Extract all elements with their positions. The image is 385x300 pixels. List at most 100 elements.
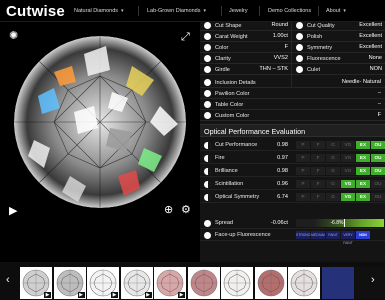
grade-cell: F (311, 180, 325, 188)
grade-cell: F (311, 193, 325, 201)
spec-value: Round (271, 22, 288, 28)
thumbnail-image (288, 267, 320, 299)
spec-label: Fluorescence (307, 55, 341, 62)
evaluation-label: Optical Symmetry (215, 194, 260, 200)
spec-row-custom-color: Custom Color F (200, 110, 385, 121)
grade-scale: P F G VG EX OU (296, 180, 385, 188)
grade-cell: VG (341, 193, 355, 201)
nav-about[interactable]: About ▾ (326, 8, 346, 14)
thumbnail[interactable] (288, 267, 320, 299)
diamond-viewer[interactable]: ✺ ⤢ ▶ ⊕ ⚙ (0, 22, 200, 262)
fluorescence-cell: STRONG (296, 231, 311, 239)
symmetry-icon (204, 193, 211, 201)
spec-row: Clarity VVS2 Fluorescence None (200, 53, 385, 64)
thumbnail[interactable]: ▶ (120, 267, 153, 299)
spec-label: Color (215, 44, 229, 51)
nav-divider (138, 6, 139, 16)
nav-natural-diamonds[interactable]: Natural Diamonds ▾ (74, 8, 124, 14)
evaluation-row: Brilliance 0.98 P F G VG EX OU (200, 165, 385, 177)
thumbnail[interactable] (355, 267, 385, 299)
thumbnail-image (254, 267, 287, 299)
fluorescence-cell: NON (356, 231, 370, 239)
expand-icon[interactable]: ⤢ (181, 32, 190, 43)
thumbnail[interactable]: ▶ (20, 267, 52, 299)
evaluation-row: Scintillation 0.96 P F G VG EX OU (200, 178, 385, 190)
play-badge-icon: ▶ (44, 292, 51, 298)
thumbnail[interactable]: ▶ (53, 267, 86, 299)
settings-icon[interactable]: ⚙ (181, 205, 191, 216)
grade-cell: VG (341, 154, 355, 162)
dot-icon (296, 22, 303, 29)
spread-value: -0.06ct (270, 220, 288, 226)
thumbnail-image (187, 267, 220, 299)
dot-icon (204, 79, 211, 86)
spec-label: Clarity (215, 55, 231, 62)
spec-label: Polish (307, 33, 323, 40)
nav-label: Jewelry (229, 8, 248, 14)
spread-icon (204, 219, 211, 227)
spec-value: – (377, 101, 381, 107)
thumbnail[interactable]: ▶ (87, 267, 119, 299)
evaluation-label: Scintillation (215, 181, 244, 187)
play-badge-icon: ▶ (178, 292, 185, 298)
thumbnail[interactable]: ▶ (154, 267, 186, 299)
dot-icon (296, 55, 303, 62)
thumbnail[interactable] (221, 267, 253, 299)
nav-demo-collections[interactable]: Demo Collections (268, 8, 311, 14)
grade-cell: EX (356, 141, 370, 149)
grade-scale: P F G VG EX OU (296, 193, 385, 201)
next-arrow-icon[interactable]: › (371, 274, 375, 286)
evaluation-title: Optical Performance Evaluation (200, 124, 385, 137)
dot-icon (204, 101, 211, 108)
spec-label: Cut Shape (215, 22, 242, 29)
thumbnail[interactable] (254, 267, 287, 299)
dot-icon (296, 33, 303, 40)
spec-row: Cut Shape Round Cut Quality Excellent (200, 20, 385, 31)
grade-cell: G (326, 154, 340, 162)
dot-icon (204, 44, 211, 51)
grade-cell: VG (341, 141, 355, 149)
spread-percent: -6.8% (330, 220, 344, 226)
spec-value: Excellent (359, 33, 382, 39)
spec-value: – (377, 90, 381, 96)
nav-divider (259, 6, 260, 16)
nav-label: About (326, 8, 341, 14)
thumbnail-strip: ‹ ▶ ▶ ▶ ▶ ▶ › (0, 262, 385, 300)
spec-label: Girdle (215, 66, 230, 73)
thumbnail[interactable] (321, 267, 354, 299)
evaluation-label: Fire (215, 155, 225, 161)
grade-cell: G (326, 193, 340, 201)
spec-label: Pavilion Color (215, 90, 250, 97)
grade-cell: F (311, 167, 325, 175)
spread-label: Spread (215, 220, 234, 226)
spread-row: Spread -0.06ct -6.8% (200, 217, 385, 229)
fluorescence-scale: STRONG MEDIUM FAINT VERY FAINT NON (296, 231, 371, 245)
cutwise-logo[interactable]: Cutwise (6, 3, 65, 20)
zoom-in-icon[interactable]: ⊕ (164, 205, 173, 216)
evaluation-score: 0.98 (277, 142, 288, 148)
nav-divider (318, 6, 319, 16)
play-icon[interactable]: ▶ (9, 206, 17, 217)
chevron-down-icon: ▾ (121, 8, 124, 14)
dot-icon (204, 90, 211, 97)
spec-value: Excellent (359, 22, 382, 28)
grade-scale: P F G VG EX OU (296, 167, 385, 175)
grade-cell: G (326, 141, 340, 149)
play-badge-icon: ▶ (111, 292, 118, 298)
nav-jewelry[interactable]: Jewelry (229, 8, 248, 14)
dot-icon (296, 44, 303, 51)
top-navigation-bar: Cutwise Natural Diamonds ▾ Lab-Grown Diam… (0, 0, 385, 22)
thumbnail-image (355, 267, 385, 299)
sun-icon (204, 231, 211, 239)
spec-value: F (284, 44, 288, 50)
play-badge-icon: ▶ (144, 292, 152, 298)
previous-arrow-icon[interactable]: ‹ (6, 274, 10, 286)
spec-value: Excellent (359, 44, 382, 50)
360-icon[interactable]: ✺ (9, 31, 18, 42)
nav-lab-grown-diamonds[interactable]: Lab-Grown Diamonds ▾ (147, 8, 206, 14)
play-badge-icon: ▶ (77, 292, 85, 298)
half-circle-icon (204, 141, 211, 149)
grade-cell: VG (341, 180, 355, 188)
grade-cell: G (326, 180, 340, 188)
thumbnail[interactable] (187, 267, 220, 299)
